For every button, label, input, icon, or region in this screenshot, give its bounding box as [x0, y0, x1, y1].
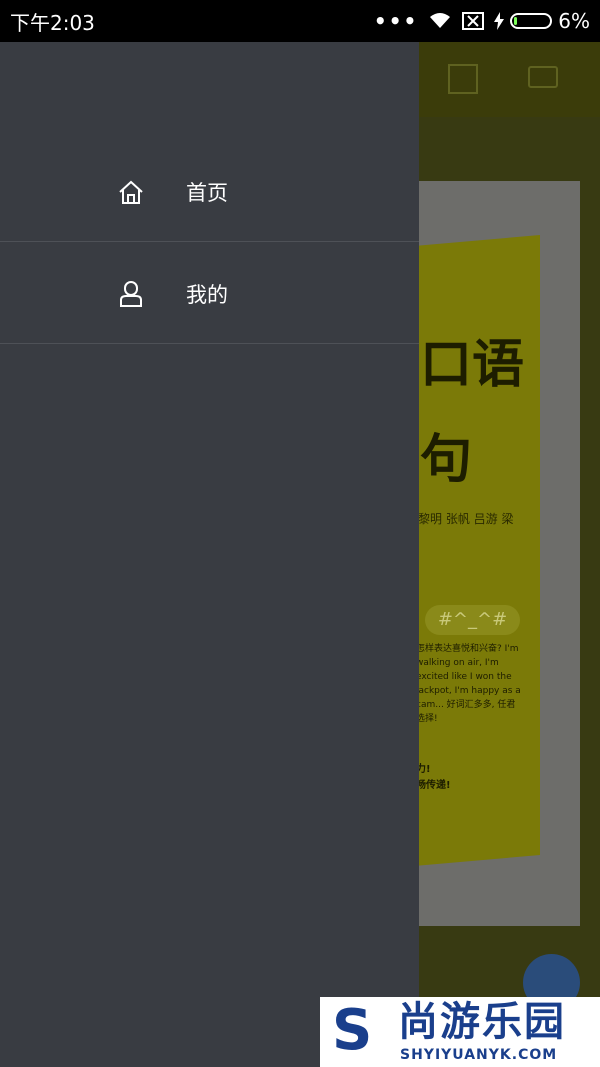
navigation-drawer: 首页 我的	[0, 42, 419, 1067]
user-icon	[120, 280, 142, 307]
watermark-url: SHYIYUANYK.COM	[400, 1047, 558, 1063]
wifi-icon	[430, 13, 451, 28]
battery-level	[514, 17, 518, 25]
charging-icon	[494, 12, 505, 30]
book-blurb: 怎样表达喜悦和兴奋? I'm walking on air, I'm excit…	[416, 644, 521, 724]
message-icon	[528, 66, 558, 88]
book-title-line1: 口语	[420, 335, 525, 395]
watermark-letter: S	[332, 998, 373, 1063]
watermark-logo: S 尚游乐园 SHYIYUANYK.COM	[320, 997, 600, 1067]
home-icon	[119, 180, 143, 204]
more-notifications-icon: •••	[373, 9, 419, 33]
status-icons: ••• 6%	[374, 9, 590, 33]
battery-percent: 6%	[558, 9, 590, 33]
drawer-item-mine-label: 我的	[186, 282, 228, 307]
status-bar: 下午2:03 ••• 6%	[0, 0, 600, 42]
status-time: 下午2:03	[10, 10, 95, 35]
book-slogan: 力! 畅传递!	[416, 762, 451, 794]
battery: 6%	[494, 9, 590, 33]
book-bubble: #^_^#	[425, 605, 520, 635]
scan-icon	[448, 64, 478, 94]
book-slogan-line1: 力!	[416, 764, 431, 775]
drawer-item-home-label: 首页	[186, 180, 228, 205]
battery-icon	[510, 13, 553, 29]
book-slogan-line2: 畅传递!	[416, 780, 451, 791]
drawer-item-mine[interactable]: 我的	[0, 244, 419, 344]
drawer-item-home[interactable]: 首页	[0, 142, 419, 242]
book-authors: 黎明 张帆 吕游 梁	[418, 512, 514, 526]
watermark-title: 尚游乐园	[398, 999, 566, 1045]
sim-error-icon	[462, 12, 485, 30]
book-title-line2: 句	[420, 430, 473, 490]
